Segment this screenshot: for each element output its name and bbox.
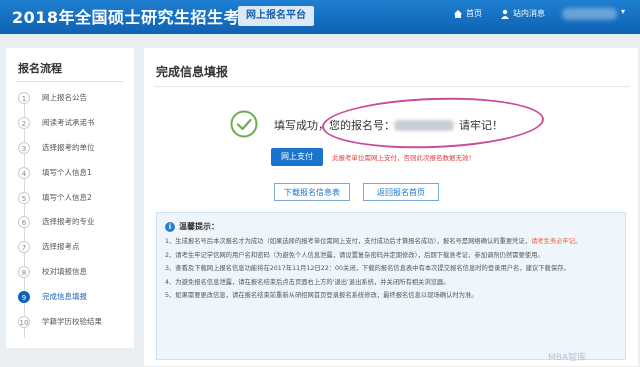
step-label: 阅读考试承诺书 xyxy=(42,117,95,127)
step-item: 1 网上报名公告 xyxy=(18,86,134,111)
step-item-active: 9 完成信息填报 xyxy=(18,285,134,310)
tips-list: 1、生成报名号后本次报名才为成功（如果选择的报考单位需网上支付，支付成功后才算报… xyxy=(165,237,620,305)
step-number: 4 xyxy=(18,166,30,179)
tip-text: 4、为避免报名信息泄露，请在报名结束后点击页面右上方的'退出'退出系统，并关闭所… xyxy=(165,278,450,286)
tips-box: i 温馨提示： 1、生成报名号后本次报名才为成功（如果选择的报考单位需网上支付，支… xyxy=(156,212,626,360)
watermark: MBA智库 xyxy=(548,353,587,363)
tip-text: 2、请考生牢记学信网的用户名和密码（为避免个人信息泄露，请设置复杂密码并定期修改… xyxy=(165,251,544,259)
top-bar: 2018年全国硕士研究生招生考试 网上报名平台 首页 站内消息 ▾ xyxy=(0,0,640,34)
step-number: 2 xyxy=(18,116,30,129)
info-icon: i xyxy=(165,221,175,232)
tip-text: 3、查看及下载网上报名信息功能将在2017年11月12日22：00关闭，下载的报… xyxy=(165,265,570,272)
divider xyxy=(16,81,124,82)
step-label: 填写个人信息1 xyxy=(42,167,92,177)
step-label: 网上报名公告 xyxy=(42,93,87,102)
step-list: 1 网上报名公告 2 阅读考试承诺书 3 选择报考的单位 4 填写个人信息1 5 填写个人… xyxy=(18,86,134,335)
step-number: 3 xyxy=(18,141,30,154)
step-label: 完成信息填报 xyxy=(42,292,87,302)
back-home-button[interactable]: 返回报名首页 xyxy=(363,183,439,201)
page-title: 完成信息填报 xyxy=(156,65,229,79)
step-number: 6 xyxy=(18,216,30,229)
download-info-button[interactable]: 下载报名信息表 xyxy=(274,183,350,201)
chevron-down-icon[interactable]: ▾ xyxy=(621,7,625,16)
step-number: 10 xyxy=(18,316,30,329)
check-circle-icon xyxy=(230,110,258,138)
step-label: 选择报考的专业 xyxy=(42,217,95,227)
messages-link[interactable]: 站内消息 xyxy=(500,8,545,19)
tip-item: 1、生成报名号后本次报名才为成功（如果选择的报考单位需网上支付，支付成功后才算报… xyxy=(165,237,620,248)
sidebar-title: 报名流程 xyxy=(18,62,62,75)
step-item: 5 填写个人信息2 xyxy=(18,186,134,211)
step-number: 7 xyxy=(18,241,30,254)
tip-text: 5、如果需要更改信息，请在报名结束前重新从研招网首页登录报名系统修改，最终报名信… xyxy=(165,292,478,299)
user-icon xyxy=(501,9,509,19)
home-link[interactable]: 首页 xyxy=(453,8,482,19)
tip-item: 5、如果需要更改信息，请在报名结束前重新从研招网首页登录报名系统修改，最终报名信… xyxy=(165,291,620,302)
tip-item: 2、请考生牢记学信网的用户名和密码（为避免个人信息泄露，请设置复杂密码并定期修改… xyxy=(165,251,620,262)
step-number: 5 xyxy=(18,191,30,204)
tip-highlight: 请考生务必牢记。 xyxy=(531,238,582,245)
step-item: 6 选择报考的专业 xyxy=(18,210,134,235)
step-item: 2 阅读考试承诺书 xyxy=(18,111,134,136)
tip-item: 4、为避免报名信息泄露，请在报名结束后点击页面右上方的'退出'退出系统，并关闭所… xyxy=(165,278,620,289)
messages-label: 站内消息 xyxy=(513,9,545,18)
step-number: 1 xyxy=(18,92,30,104)
tip-item: 3、查看及下载网上报名信息功能将在2017年11月12日22：00关闭，下载的报… xyxy=(165,264,620,275)
tips-title: 温馨提示： xyxy=(179,222,219,231)
username-blurred[interactable] xyxy=(562,8,617,20)
online-pay-button[interactable]: 网上支付 xyxy=(271,148,323,166)
step-item: 7 选择报考点 xyxy=(18,235,134,260)
tip-text: 1、生成报名号后本次报名才为成功（如果选择的报考单位需网上支付，支付成功后才算报… xyxy=(165,238,532,245)
main-panel: 完成信息填报 填写成功，您的报名号： 请牢记！ 网上支付 此报考单位需网上支付，… xyxy=(144,48,638,366)
platform-tag: 网上报名平台 xyxy=(238,6,314,26)
step-label: 校对填报信息 xyxy=(42,267,87,277)
tips-heading: i 温馨提示： xyxy=(165,221,219,232)
step-label: 填写个人信息2 xyxy=(42,192,92,202)
pay-warning: 此报考单位需网上支付，否则此次报名数据无效！ xyxy=(332,154,475,162)
home-label: 首页 xyxy=(466,9,482,18)
step-label: 选择报考点 xyxy=(42,242,80,252)
sidebar: 报名流程 1 网上报名公告 2 阅读考试承诺书 3 选择报考的单位 4 填写个人信息1 … xyxy=(6,48,134,348)
step-number: 9 xyxy=(18,291,30,304)
step-item: 8 校对填报信息 xyxy=(18,260,134,285)
step-item: 4 填写个人信息1 xyxy=(18,161,134,186)
highlight-annotation xyxy=(321,94,545,152)
step-label: 学籍学历校验结果 xyxy=(42,317,102,327)
step-number: 8 xyxy=(18,266,30,279)
site-title: 2018年全国硕士研究生招生考试 xyxy=(12,8,257,27)
divider xyxy=(154,86,630,87)
step-label: 选择报考的单位 xyxy=(42,142,95,152)
step-item: 3 选择报考的单位 xyxy=(18,136,134,161)
step-item: 10 学籍学历校验结果 xyxy=(18,310,134,335)
home-icon xyxy=(454,9,462,18)
